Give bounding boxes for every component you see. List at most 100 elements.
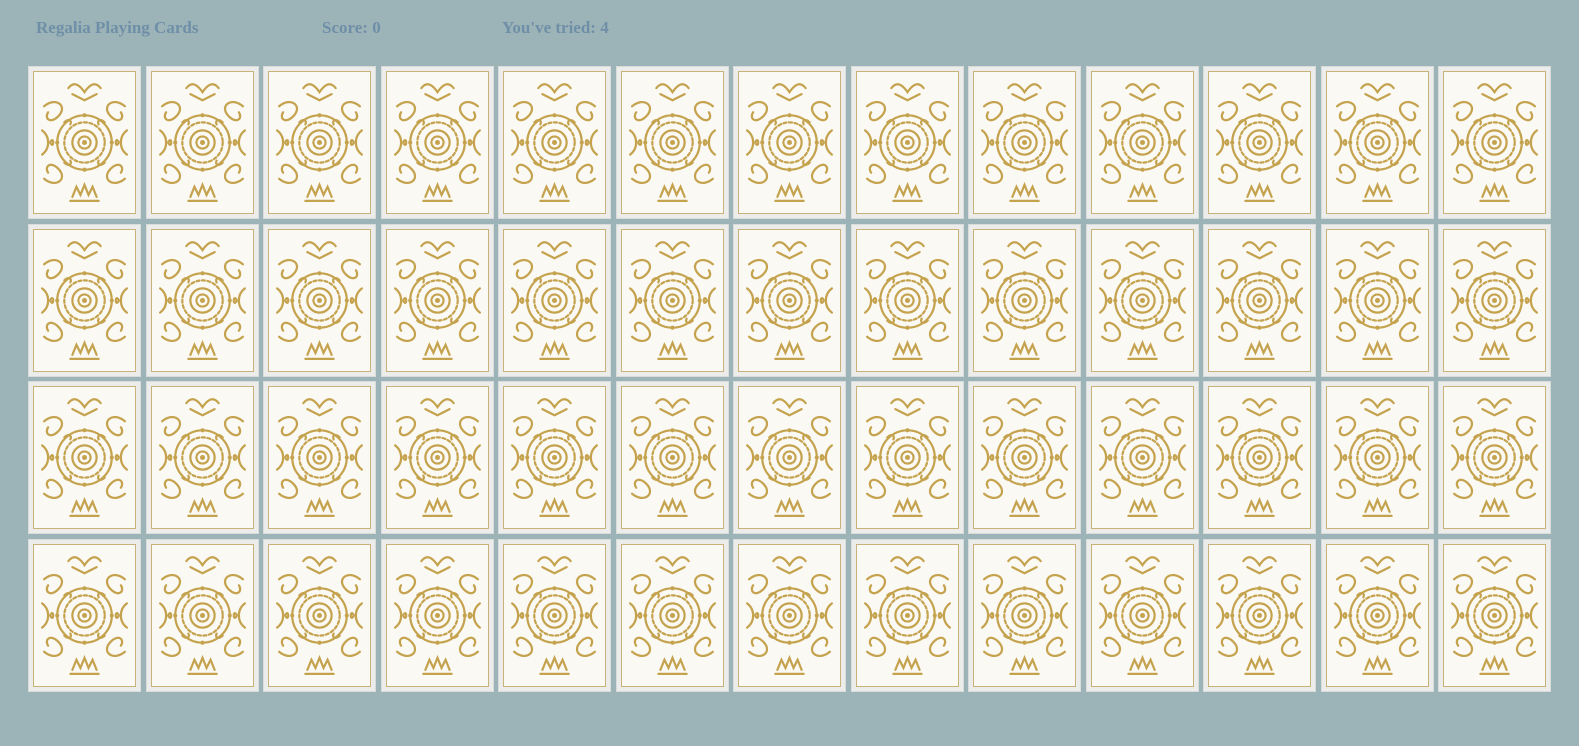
- card[interactable]: [28, 538, 141, 692]
- card[interactable]: [1438, 66, 1551, 219]
- ornamental-card-back-icon: [1208, 228, 1311, 372]
- card[interactable]: [733, 223, 846, 377]
- ornamental-card-back-icon: [150, 71, 254, 214]
- card[interactable]: [615, 223, 729, 377]
- ornamental-card-back-icon: [738, 543, 841, 687]
- ornamental-card-back-icon: [738, 71, 841, 214]
- ornamental-card-back-icon: [973, 386, 1076, 529]
- card[interactable]: [145, 381, 259, 534]
- card[interactable]: [615, 381, 729, 534]
- ornamental-card-back-icon: [973, 543, 1076, 687]
- card[interactable]: [1320, 381, 1434, 534]
- ornamental-card-back-icon: [268, 543, 371, 687]
- ornamental-card-back-icon: [1325, 71, 1429, 214]
- card[interactable]: [498, 223, 611, 377]
- ornamental-card-back-icon: [855, 228, 959, 372]
- ornamental-card-back-icon: [268, 71, 371, 214]
- card[interactable]: [1438, 381, 1551, 534]
- ornamental-card-back-icon: [1325, 543, 1429, 687]
- ornamental-card-back-icon: [1208, 386, 1311, 529]
- card[interactable]: [850, 538, 964, 692]
- card[interactable]: [615, 66, 729, 219]
- card[interactable]: [1085, 538, 1199, 692]
- card[interactable]: [615, 538, 729, 692]
- card[interactable]: [1438, 223, 1551, 377]
- ornamental-card-back-icon: [620, 386, 724, 529]
- card[interactable]: [145, 223, 259, 377]
- ornamental-card-back-icon: [385, 543, 489, 687]
- card-grid: [28, 66, 1554, 692]
- card[interactable]: [263, 223, 376, 377]
- card[interactable]: [28, 381, 141, 534]
- ornamental-card-back-icon: [33, 228, 136, 372]
- card[interactable]: [1320, 66, 1434, 219]
- ornamental-card-back-icon: [150, 543, 254, 687]
- card[interactable]: [1203, 223, 1316, 377]
- ornamental-card-back-icon: [1443, 543, 1546, 687]
- card[interactable]: [733, 66, 846, 219]
- ornamental-card-back-icon: [1443, 386, 1546, 529]
- card[interactable]: [1203, 66, 1316, 219]
- card[interactable]: [1085, 66, 1199, 219]
- card[interactable]: [263, 66, 376, 219]
- header-bar: Regalia Playing Cards Score: 0 You've tr…: [0, 18, 1579, 42]
- card[interactable]: [1085, 223, 1199, 377]
- game-title: Regalia Playing Cards: [36, 18, 199, 37]
- card[interactable]: [968, 223, 1081, 377]
- card[interactable]: [380, 223, 494, 377]
- ornamental-card-back-icon: [1208, 543, 1311, 687]
- ornamental-card-back-icon: [150, 386, 254, 529]
- ornamental-card-back-icon: [1325, 228, 1429, 372]
- ornamental-card-back-icon: [1208, 71, 1311, 214]
- card[interactable]: [850, 381, 964, 534]
- ornamental-card-back-icon: [973, 228, 1076, 372]
- ornamental-card-back-icon: [33, 543, 136, 687]
- card[interactable]: [850, 66, 964, 219]
- ornamental-card-back-icon: [385, 228, 489, 372]
- card[interactable]: [733, 381, 846, 534]
- card[interactable]: [380, 381, 494, 534]
- ornamental-card-back-icon: [503, 71, 606, 214]
- tries-counter: You've tried: 4: [502, 18, 609, 37]
- ornamental-card-back-icon: [738, 386, 841, 529]
- ornamental-card-back-icon: [33, 386, 136, 529]
- card[interactable]: [263, 381, 376, 534]
- card[interactable]: [380, 538, 494, 692]
- card[interactable]: [1320, 223, 1434, 377]
- card[interactable]: [498, 538, 611, 692]
- ornamental-card-back-icon: [738, 228, 841, 372]
- card[interactable]: [263, 538, 376, 692]
- card[interactable]: [498, 381, 611, 534]
- card[interactable]: [1203, 538, 1316, 692]
- card[interactable]: [145, 66, 259, 219]
- score-display: Score: 0: [322, 18, 381, 37]
- card[interactable]: [968, 381, 1081, 534]
- card[interactable]: [28, 223, 141, 377]
- ornamental-card-back-icon: [855, 71, 959, 214]
- ornamental-card-back-icon: [1325, 386, 1429, 529]
- ornamental-card-back-icon: [503, 386, 606, 529]
- ornamental-card-back-icon: [503, 543, 606, 687]
- card[interactable]: [1203, 381, 1316, 534]
- card[interactable]: [380, 66, 494, 219]
- card[interactable]: [1438, 538, 1551, 692]
- ornamental-card-back-icon: [855, 543, 959, 687]
- card[interactable]: [145, 538, 259, 692]
- ornamental-card-back-icon: [620, 543, 724, 687]
- card[interactable]: [28, 66, 141, 219]
- card[interactable]: [733, 538, 846, 692]
- card[interactable]: [968, 538, 1081, 692]
- ornamental-card-back-icon: [385, 71, 489, 214]
- card[interactable]: [1320, 538, 1434, 692]
- ornamental-card-back-icon: [620, 228, 724, 372]
- ornamental-card-back-icon: [1443, 228, 1546, 372]
- card[interactable]: [850, 223, 964, 377]
- ornamental-card-back-icon: [1090, 543, 1194, 687]
- card[interactable]: [968, 66, 1081, 219]
- ornamental-card-back-icon: [620, 71, 724, 214]
- card[interactable]: [498, 66, 611, 219]
- ornamental-card-back-icon: [1443, 71, 1546, 214]
- ornamental-card-back-icon: [268, 386, 371, 529]
- ornamental-card-back-icon: [503, 228, 606, 372]
- card[interactable]: [1085, 381, 1199, 534]
